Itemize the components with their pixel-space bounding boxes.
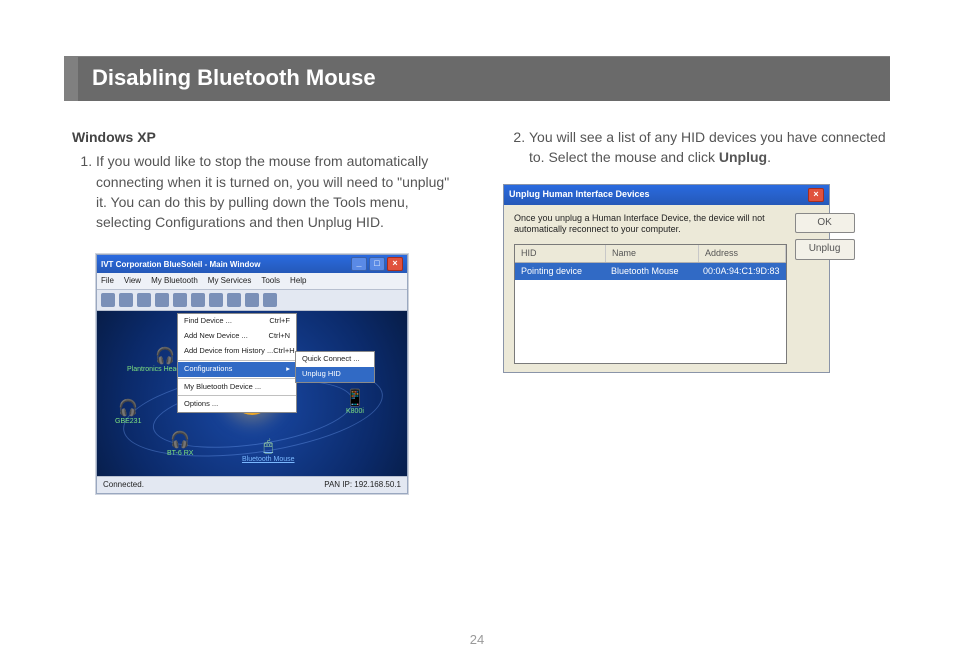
device-bluetooth-mouse[interactable]: 🖱 Bluetooth Mouse (242, 439, 295, 465)
menu-item-add-from-history[interactable]: Add Device from History ...Ctrl+H (178, 344, 296, 359)
screenshot-unplug-hid-dialog: Unplug Human Interface Devices × Once yo… (503, 184, 830, 373)
menu-tools[interactable]: Tools (261, 275, 280, 287)
menu-item-my-bt-device[interactable]: My Bluetooth Device ... (178, 380, 296, 395)
page-title: Disabling Bluetooth Mouse (78, 56, 890, 101)
status-bar: Connected. PAN IP: 192.168.50.1 (97, 476, 407, 493)
workspace-orbit-view: 🎧 Plantronics Headphones 🎧 GBE231 🎧 BT-6… (97, 311, 407, 476)
ok-button[interactable]: OK (795, 213, 855, 234)
step-2: You will see a list of any HID devices y… (529, 127, 890, 168)
right-column: You will see a list of any HID devices y… (497, 127, 890, 494)
menu-help[interactable]: Help (290, 275, 306, 287)
phone-icon: 📱 (345, 391, 365, 407)
toolbar-icon[interactable] (137, 293, 151, 307)
window-titlebar: IVT Corporation BlueSoleil - Main Window… (97, 255, 407, 273)
menu-view[interactable]: View (124, 275, 141, 287)
menu-item-unplug-hid[interactable]: Unplug HID (296, 367, 374, 382)
headphones-icon: 🎧 (115, 401, 141, 417)
left-column: Windows XP If you would like to stop the… (64, 127, 457, 494)
minimize-icon[interactable]: _ (351, 257, 367, 271)
headphones-icon: 🎧 (167, 433, 193, 449)
device-bt6rx[interactable]: 🎧 BT-6 RX (167, 433, 193, 459)
menu-my-services[interactable]: My Services (208, 275, 252, 287)
toolbar-icon[interactable] (263, 293, 277, 307)
page-number: 24 (0, 632, 954, 647)
menu-item-options[interactable]: Options ... (178, 397, 296, 412)
menu-my-bluetooth[interactable]: My Bluetooth (151, 275, 198, 287)
subheading-windows-xp: Windows XP (68, 127, 457, 147)
dialog-titlebar: Unplug Human Interface Devices × (504, 185, 829, 205)
column-header-hid[interactable]: HID (515, 245, 606, 262)
toolbar-icon[interactable] (209, 293, 223, 307)
step-1: If you would like to stop the mouse from… (96, 151, 457, 232)
close-icon[interactable]: × (387, 257, 403, 271)
toolbar-icon[interactable] (101, 293, 115, 307)
menu-file[interactable]: File (101, 275, 114, 287)
toolbar-icon[interactable] (191, 293, 205, 307)
toolbar-icon[interactable] (155, 293, 169, 307)
toolbar (97, 290, 407, 311)
column-header-name[interactable]: Name (606, 245, 699, 262)
menu-bar: File View My Bluetooth My Services Tools… (97, 273, 407, 290)
toolbar-icon[interactable] (245, 293, 259, 307)
tools-dropdown[interactable]: Find Device ...Ctrl+F Add New Device ...… (177, 313, 297, 413)
toolbar-icon[interactable] (227, 293, 241, 307)
configurations-submenu[interactable]: Quick Connect ... Unplug HID (295, 351, 375, 383)
screenshot-bluesoleil-main-window: IVT Corporation BlueSoleil - Main Window… (96, 254, 408, 493)
dialog-description: Once you unplug a Human Interface Device… (514, 213, 787, 236)
list-row-selected[interactable]: Pointing device Bluetooth Mouse 00:0A:94… (515, 263, 786, 280)
device-gbe231[interactable]: 🎧 GBE231 (115, 401, 141, 427)
heading-accent-bar (64, 56, 78, 101)
menu-item-add-new-device[interactable]: Add New Device ...Ctrl+N (178, 329, 296, 344)
close-icon[interactable]: × (808, 188, 824, 202)
device-k800i[interactable]: 📱 K800i (345, 391, 365, 417)
hid-list[interactable]: HID Name Address Pointing device Bluetoo… (514, 244, 787, 364)
menu-item-quick-connect[interactable]: Quick Connect ... (296, 352, 374, 367)
toolbar-icon[interactable] (173, 293, 187, 307)
status-ip: PAN IP: 192.168.50.1 (324, 479, 401, 491)
dialog-title-text: Unplug Human Interface Devices (509, 188, 650, 201)
maximize-icon[interactable]: □ (369, 257, 385, 271)
mouse-icon: 🖱 (242, 439, 295, 455)
list-header: HID Name Address (515, 245, 786, 263)
unplug-button[interactable]: Unplug (795, 239, 855, 260)
menu-item-find-device[interactable]: Find Device ...Ctrl+F (178, 314, 296, 329)
window-title-text: IVT Corporation BlueSoleil - Main Window (101, 259, 260, 271)
status-text: Connected. (103, 479, 144, 491)
menu-item-configurations[interactable]: Configurations▸ (178, 362, 296, 377)
column-header-address[interactable]: Address (699, 245, 786, 262)
toolbar-icon[interactable] (119, 293, 133, 307)
